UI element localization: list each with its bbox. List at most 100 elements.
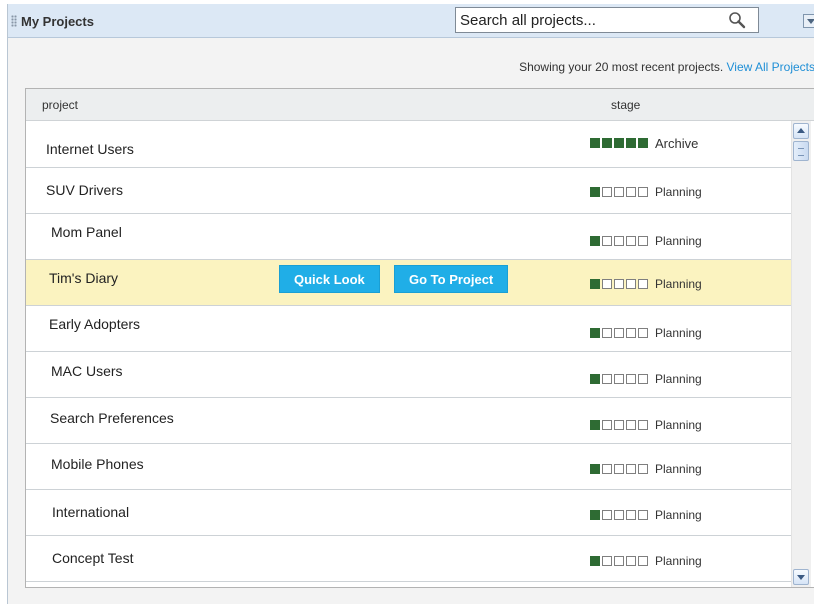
stage-step-icon [626,510,636,520]
stage-step-icon [614,510,624,520]
widget-header: My Projects [8,4,814,38]
project-name[interactable]: Tim's Diary [49,270,118,286]
column-header-project[interactable]: project [42,98,78,112]
stage-step-icon [626,464,636,474]
table-row[interactable]: SUV Drivers Planning [26,168,791,214]
project-name[interactable]: Internet Users [46,141,134,157]
project-name[interactable]: Early Adopters [49,316,140,332]
widget-title: My Projects [21,14,94,29]
stage-label: Planning [655,462,702,476]
stage-step-icon [626,236,636,246]
column-header-stage[interactable]: stage [611,98,640,112]
project-name[interactable]: SUV Drivers [46,182,123,198]
table-row[interactable]: Early Adopters Planning [26,306,791,352]
stage-indicator: Planning [590,508,702,522]
recent-projects-info: Showing your 20 most recent projects. Vi… [519,60,814,74]
stage-step-icon [602,187,612,197]
stage-step-icon [614,556,624,566]
stage-label: Planning [655,418,702,432]
stage-step-icon [602,138,612,148]
stage-label: Planning [655,185,702,199]
stage-step-icon [602,374,612,384]
stage-indicator: Planning [590,462,702,476]
recent-projects-text: Showing your 20 most recent projects. [519,60,724,74]
project-name[interactable]: Concept Test [52,550,133,566]
my-projects-widget: My Projects Showing your 20 most recent … [7,4,814,604]
stage-label: Planning [655,508,702,522]
table-row[interactable]: Mobile Phones Planning [26,444,791,490]
table-row[interactable]: Search Preferences Planning [26,398,791,444]
stage-step-icon [638,510,648,520]
stage-indicator: Planning [590,326,702,340]
search-box [455,7,759,33]
stage-step-icon [614,236,624,246]
stage-step-icon [638,138,648,148]
stage-step-icon [602,420,612,430]
stage-step-icon [638,279,648,289]
table-row[interactable]: MAC Users Planning [26,352,791,398]
view-all-projects-link[interactable]: View All Projects [727,60,814,74]
stage-label: Planning [655,372,702,386]
stage-step-icon [602,556,612,566]
table-row[interactable]: Internet Users Archive [26,121,791,168]
stage-step-icon [602,236,612,246]
stage-step-icon [590,328,600,338]
stage-step-icon [638,556,648,566]
stage-step-icon [626,187,636,197]
project-name[interactable]: Mobile Phones [51,456,144,472]
stage-indicator: Planning [590,234,702,248]
stage-step-icon [590,279,600,289]
scroll-up-icon[interactable] [793,123,809,139]
stage-step-icon [638,420,648,430]
stage-label: Planning [655,234,702,248]
stage-step-icon [602,279,612,289]
stage-step-icon [614,464,624,474]
stage-step-icon [626,556,636,566]
stage-step-icon [590,374,600,384]
stage-step-icon [638,187,648,197]
stage-step-icon [626,279,636,289]
project-name[interactable]: MAC Users [51,363,123,379]
stage-step-icon [626,420,636,430]
table-body: Internet Users Archive SUV Drivers Planning… [26,121,791,582]
stage-step-icon [614,138,624,148]
drag-handle-icon[interactable] [11,15,17,27]
scroll-down-icon[interactable] [793,569,809,585]
stage-step-icon [590,420,600,430]
stage-step-icon [590,187,600,197]
project-name[interactable]: International [52,504,129,520]
stage-label: Planning [655,554,702,568]
quick-look-button[interactable]: Quick Look [279,265,380,293]
stage-indicator: Planning [590,372,702,386]
table-row[interactable]: Concept Test Planning [26,536,791,582]
stage-label: Archive [655,135,699,151]
stage-step-icon [626,374,636,384]
stage-step-icon [590,236,600,246]
stage-step-icon [626,328,636,338]
scroll-thumb[interactable] [793,141,809,161]
widget-menu-icon[interactable] [803,14,814,28]
stage-step-icon [638,236,648,246]
stage-step-icon [638,328,648,338]
stage-indicator: Planning [590,418,702,432]
vertical-scrollbar[interactable] [791,121,811,587]
go-to-project-button[interactable]: Go To Project [394,265,509,293]
search-input[interactable] [460,8,720,32]
search-icon[interactable] [728,11,746,29]
stage-indicator: Archive [590,135,699,151]
table-row[interactable]: International Planning [26,490,791,536]
table-row[interactable]: Mom Panel Planning [26,214,791,260]
stage-step-icon [614,420,624,430]
stage-step-icon [614,328,624,338]
stage-step-icon [590,510,600,520]
stage-step-icon [614,187,624,197]
stage-label: Planning [655,326,702,340]
stage-step-icon [638,374,648,384]
table-row[interactable]: Tim's Diary Quick Look Go To Project Planni… [26,260,791,306]
project-name[interactable]: Search Preferences [50,410,174,426]
table-header: project stage [26,89,814,121]
stage-step-icon [626,138,636,148]
project-name[interactable]: Mom Panel [51,224,122,240]
projects-table: project stage Internet Users Archive SUV D… [25,88,814,588]
stage-step-icon [602,464,612,474]
